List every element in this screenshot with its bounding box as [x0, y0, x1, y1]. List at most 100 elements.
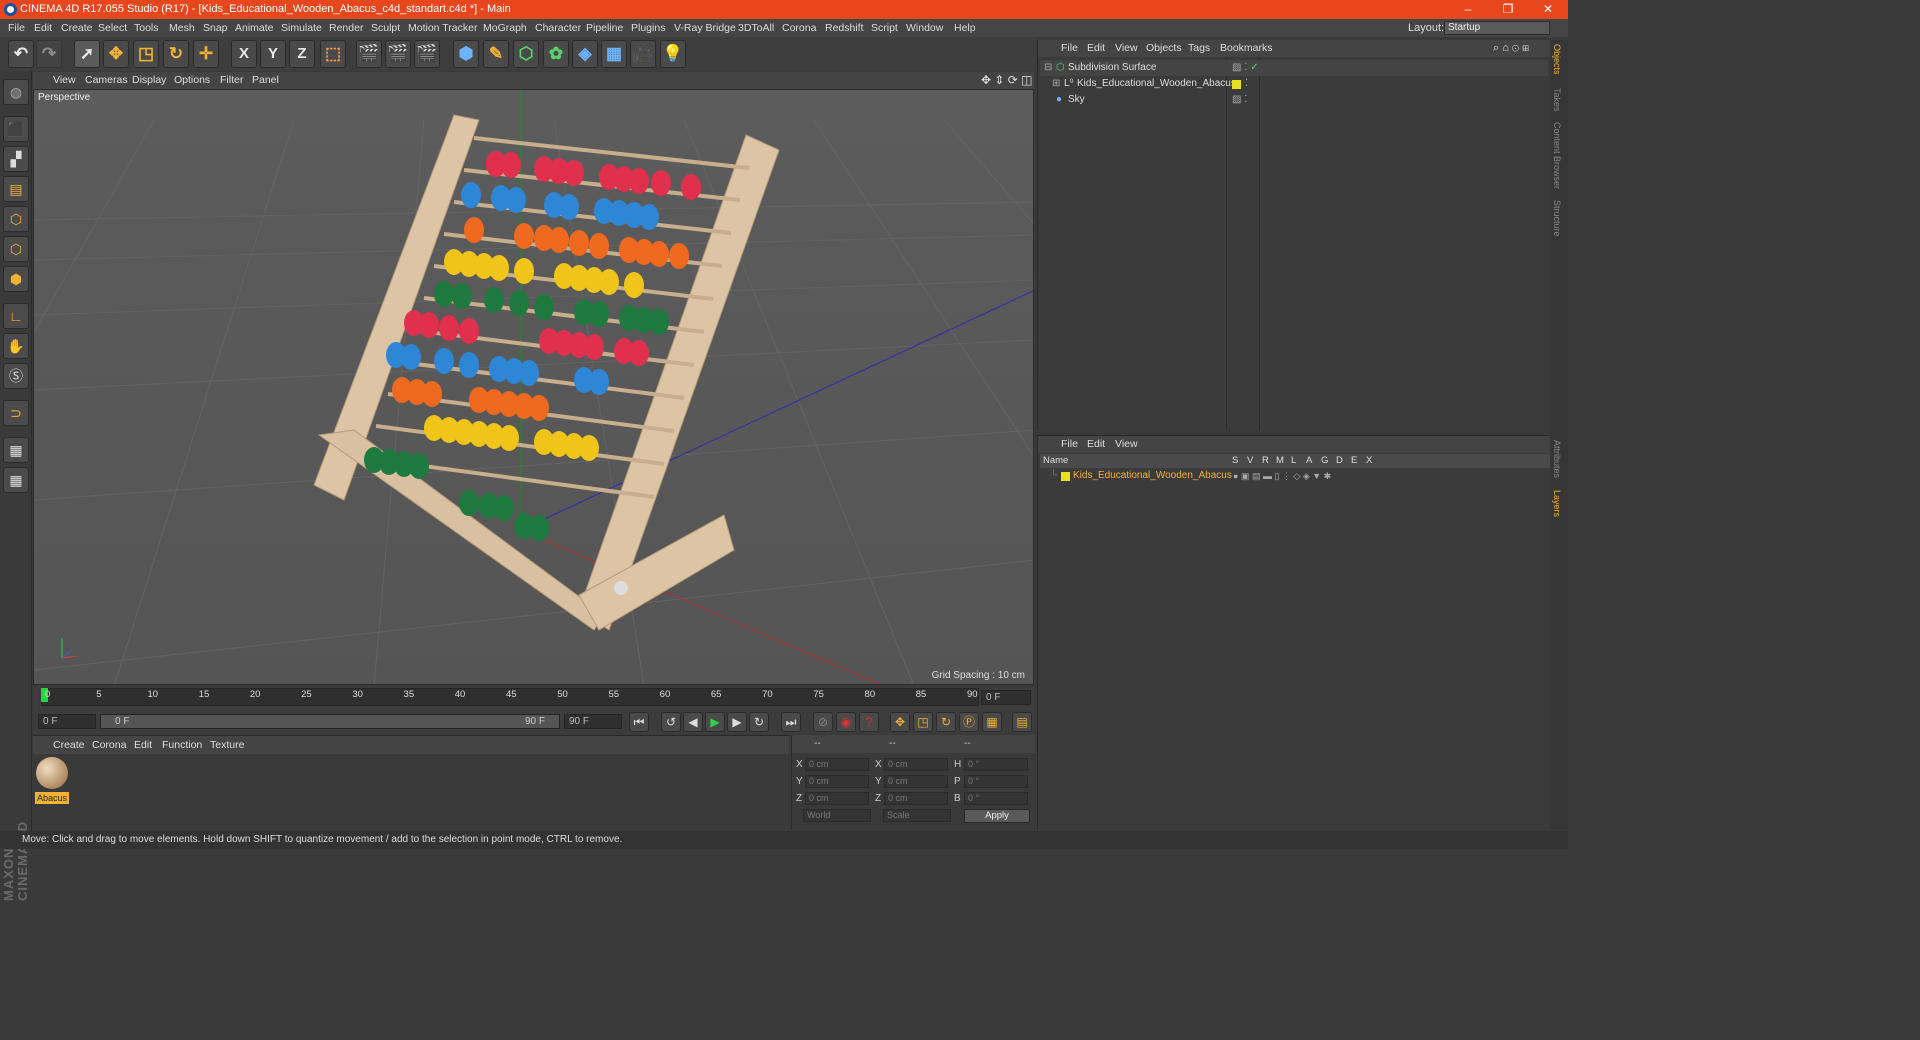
om-search-home-icons[interactable]: ⌕ ⌂ ⊙ ⊞	[1493, 40, 1529, 57]
lm-menu-edit[interactable]: Edit	[1087, 436, 1105, 453]
mat-menu-corona[interactable]: Corona	[92, 736, 126, 754]
coordinate-space-select[interactable]: World	[803, 809, 871, 822]
go-to-end-icon[interactable]: ⏭	[781, 712, 801, 732]
menu-file[interactable]: File	[8, 19, 25, 37]
subdivision-surface-icon[interactable]: ⬡	[513, 40, 539, 68]
menu-help[interactable]: Help	[954, 19, 976, 37]
menu-tools[interactable]: Tools	[134, 19, 159, 37]
size-x-field[interactable]: 0 cm	[884, 758, 948, 771]
tab-takes[interactable]: Takes	[1552, 88, 1562, 112]
vp-menu-panel[interactable]: Panel	[252, 72, 279, 89]
y-axis-lock-icon[interactable]: Y	[260, 40, 286, 68]
om-menu-objects[interactable]: Objects	[1146, 40, 1182, 57]
material-swatch[interactable]: Abacus	[35, 756, 69, 804]
menu-select[interactable]: Select	[98, 19, 127, 37]
apply-button[interactable]: Apply	[964, 809, 1030, 823]
menu-animate[interactable]: Animate	[235, 19, 274, 37]
floor-scene-icon[interactable]: ▦	[601, 40, 627, 68]
position-y-field[interactable]: 0 cm	[805, 775, 869, 788]
object-visibility-icon[interactable]: ⁚	[1245, 76, 1248, 92]
rotate-tool-icon[interactable]: ↻	[163, 40, 189, 68]
autokey-icon[interactable]: ◉	[836, 712, 856, 732]
snap-icon[interactable]: ⊃	[3, 400, 29, 426]
axis-mode-icon[interactable]: ∟	[3, 303, 29, 329]
perspective-viewport[interactable]: Perspective Grid Spacing : 10 cm	[33, 89, 1034, 685]
vp-menu-cameras[interactable]: Cameras	[85, 72, 128, 89]
om-menu-tags[interactable]: Tags	[1188, 40, 1210, 57]
menu-character[interactable]: Character	[535, 19, 581, 37]
key-pla-icon[interactable]: ▦	[982, 712, 1002, 732]
menu-simulate[interactable]: Simulate	[281, 19, 322, 37]
layer-color-swatch[interactable]	[1061, 472, 1070, 481]
timeline-window-icon[interactable]: ▤	[1012, 712, 1032, 732]
planar-workplane-icon[interactable]: ▦	[3, 467, 29, 493]
mat-menu-function[interactable]: Function	[162, 736, 202, 754]
menu-sculpt[interactable]: Sculpt	[371, 19, 400, 37]
vp-menu-view[interactable]: View	[53, 72, 76, 89]
om-menu-view[interactable]: View	[1115, 40, 1138, 57]
menu-edit[interactable]: Edit	[34, 19, 52, 37]
mat-menu-edit[interactable]: Edit	[134, 736, 152, 754]
undo-icon[interactable]: ↶	[8, 40, 34, 68]
workplane-lock-icon[interactable]: ▦	[3, 437, 29, 463]
layer-color-icon[interactable]	[1232, 80, 1241, 89]
live-selection-icon[interactable]: ✛	[193, 40, 219, 68]
menu-vray-bridge[interactable]: V-Ray Bridge	[674, 19, 736, 37]
menu-redshift[interactable]: Redshift	[825, 19, 864, 37]
menu-render[interactable]: Render	[329, 19, 363, 37]
lm-menu-file[interactable]: File	[1061, 436, 1078, 453]
vp-menu-display[interactable]: Display	[132, 72, 166, 89]
om-menu-edit[interactable]: Edit	[1087, 40, 1105, 57]
pen-spline-icon[interactable]: ✎	[483, 40, 509, 68]
previous-key-icon[interactable]: ↺	[661, 712, 681, 732]
x-axis-lock-icon[interactable]: X	[231, 40, 257, 68]
size-z-field[interactable]: 0 cm	[884, 792, 948, 805]
rotation-b-field[interactable]: 0 °	[964, 792, 1028, 805]
menu-plugins[interactable]: Plugins	[631, 19, 665, 37]
key-parameter-icon[interactable]: Ⓟ	[959, 712, 979, 732]
size-y-field[interactable]: 0 cm	[884, 775, 948, 788]
record-off-icon[interactable]: ⊘	[813, 712, 833, 732]
menu-mograph[interactable]: MoGraph	[483, 19, 527, 37]
redo-icon[interactable]: ↷	[36, 40, 62, 68]
menu-mesh[interactable]: Mesh	[169, 19, 195, 37]
tab-structure[interactable]: Structure	[1552, 200, 1562, 237]
lm-menu-view[interactable]: View	[1115, 436, 1138, 453]
current-frame-field[interactable]: 0 F	[981, 690, 1031, 705]
expand-icon[interactable]: ⊞	[1052, 76, 1060, 92]
polygons-mode-icon[interactable]: ⬢	[3, 266, 29, 292]
tab-objects[interactable]: Objects	[1552, 44, 1562, 75]
go-to-start-icon[interactable]: ⏮	[629, 712, 649, 732]
layer-row[interactable]: └ Kids_Educational_Wooden_Abacus ● ▣ ▤ ▬…	[1040, 468, 1548, 484]
solo-mode-icon[interactable]: Ⓢ	[3, 363, 29, 389]
make-editable-icon[interactable]: ◍	[3, 79, 29, 105]
z-axis-lock-icon[interactable]: Z	[289, 40, 315, 68]
coordinate-mode-select[interactable]: Scale	[883, 809, 951, 822]
position-x-field[interactable]: 0 cm	[805, 758, 869, 771]
vp-menu-filter[interactable]: Filter	[220, 72, 243, 89]
cube-primitive-icon[interactable]: ⬢	[453, 40, 479, 68]
camera-icon[interactable]: 🎥	[630, 40, 656, 68]
object-visibility-icon[interactable]: ▨ ⁚	[1232, 92, 1247, 108]
minimize-button[interactable]: –	[1448, 0, 1488, 19]
menu-script[interactable]: Script	[871, 19, 898, 37]
om-menu-file[interactable]: File	[1061, 40, 1078, 57]
collapse-icon[interactable]: ⊟	[1044, 60, 1052, 76]
end-frame-field[interactable]: 90 F	[564, 714, 622, 729]
render-view-icon[interactable]: 🎬	[356, 40, 382, 68]
move-tool-icon[interactable]: ✥	[103, 40, 129, 68]
menu-3dtoall[interactable]: 3DToAll	[738, 19, 774, 37]
rotation-p-field[interactable]: 0 °	[964, 775, 1028, 788]
timeline-ruler[interactable]: 0 5 10 15 20 25 30 35 40 45 50 55 60 65 70 75 80 85 90 0 F	[33, 686, 1034, 710]
play-icon[interactable]: ▶	[705, 712, 725, 732]
tab-layers[interactable]: Layers	[1552, 490, 1562, 517]
next-frame-icon[interactable]: ▶	[727, 712, 747, 732]
start-frame-field[interactable]: 0 F	[38, 714, 96, 729]
object-row-abacus[interactable]: ⊞ L⁰ Kids_Educational_Wooden_Abacus ⁚	[1040, 76, 1548, 92]
render-to-picture-viewer-icon[interactable]: 🎬	[385, 40, 411, 68]
menu-create[interactable]: Create	[61, 19, 93, 37]
tab-attributes[interactable]: Attributes	[1552, 440, 1562, 478]
model-mode-icon[interactable]: ⬛	[3, 116, 29, 142]
viewport-nav-icons[interactable]: ✥ ⇕ ⟳ ◫	[981, 72, 1033, 89]
object-row-subdivision[interactable]: ⊟ ⬡ Subdivision Surface ▨ ⁚ ✓	[1040, 60, 1548, 76]
